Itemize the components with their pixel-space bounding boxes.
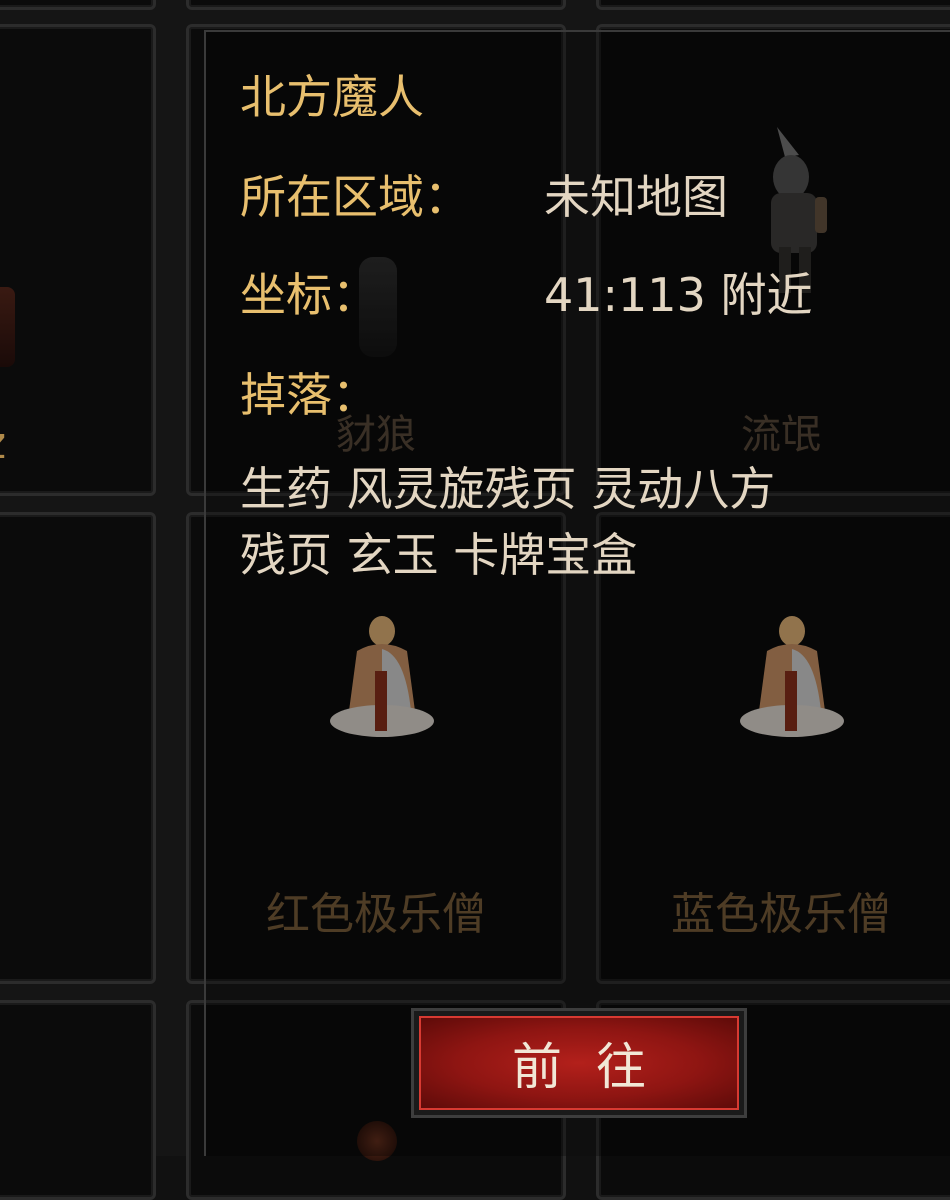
go-to-button[interactable]: 前往 xyxy=(411,1008,747,1118)
monster-sprite xyxy=(0,287,15,367)
drops-list-line: 生药 风灵旋残页 灵动八方 xyxy=(240,462,776,516)
monster-cell[interactable] xyxy=(0,0,156,10)
monster-name-label: z xyxy=(0,422,6,466)
monster-cell[interactable]: z xyxy=(0,24,156,496)
monster-cell[interactable] xyxy=(186,0,566,10)
region-value: 未知地图 xyxy=(544,170,728,224)
coordinate-label: 坐标： xyxy=(240,268,378,322)
go-to-button-label: 前往 xyxy=(419,1016,739,1110)
monster-cell[interactable] xyxy=(0,1000,156,1200)
monster-cell[interactable] xyxy=(596,0,950,10)
drops-list-line: 残页 玄玉 卡牌宝盒 xyxy=(240,528,638,582)
monster-cell[interactable] xyxy=(0,512,156,984)
monster-title: 北方魔人 xyxy=(240,70,424,124)
region-label: 所在区域： xyxy=(240,170,470,224)
monster-info-tooltip: 北方魔人 所在区域： 未知地图 坐标： 41:113 附近 掉落： 生药 风灵旋… xyxy=(204,30,950,1156)
coordinate-value: 41:113 附近 xyxy=(544,268,813,322)
drops-label: 掉落： xyxy=(240,368,378,422)
